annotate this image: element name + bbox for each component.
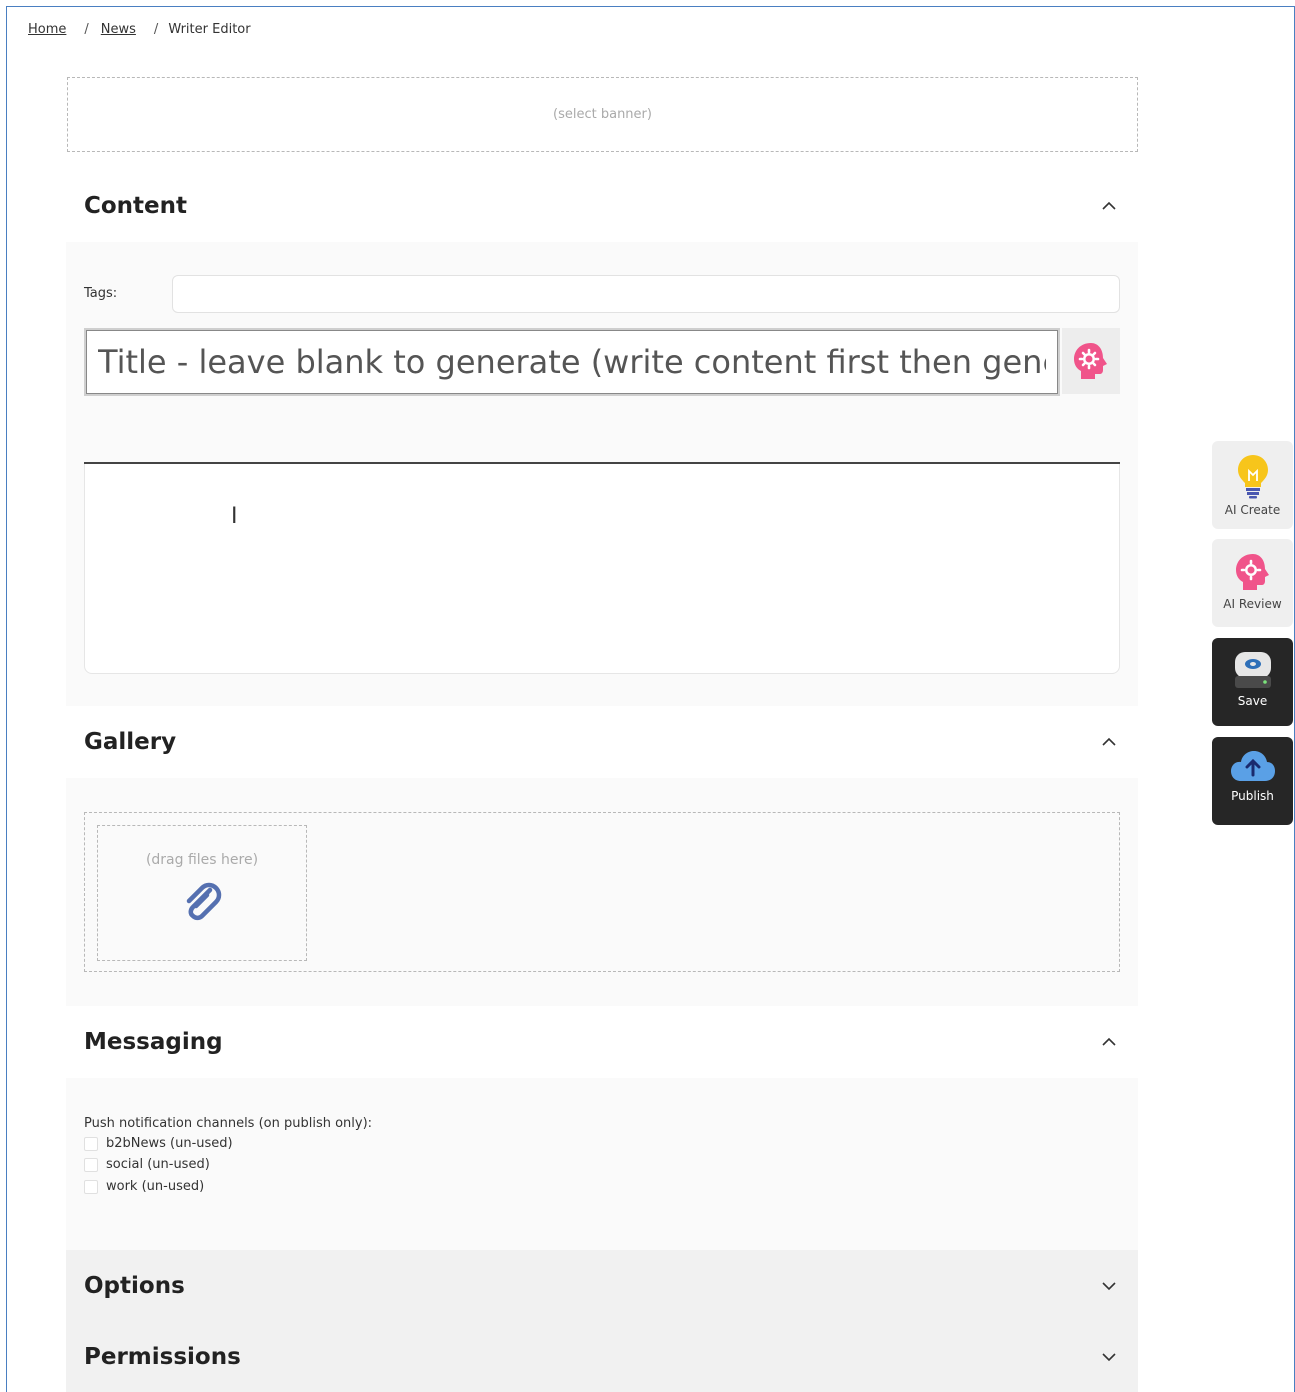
gallery-section-body: (drag files here) xyxy=(66,778,1138,1006)
channel-label: work (un-used) xyxy=(106,1179,205,1194)
chevron-up-icon[interactable] xyxy=(1100,197,1118,215)
banner-selector[interactable]: (select banner) xyxy=(67,77,1138,152)
tags-input[interactable] xyxy=(172,275,1120,313)
channel-label: b2bNews (un-used) xyxy=(106,1136,233,1151)
title-ai-generate-button[interactable] xyxy=(1062,328,1120,394)
ai-create-button[interactable]: AI Create xyxy=(1212,441,1293,529)
section-title: Permissions xyxy=(84,1344,241,1370)
section-title: Options xyxy=(84,1273,185,1299)
breadcrumb-separator: / xyxy=(153,22,159,37)
drop-hint: (drag files here) xyxy=(145,852,259,868)
chevron-up-icon[interactable] xyxy=(1100,733,1118,751)
gallery-section-header[interactable]: Gallery xyxy=(66,706,1138,778)
breadcrumb-home-link[interactable]: Home xyxy=(28,22,66,37)
section-title: Content xyxy=(84,193,188,219)
channel-checkbox-social[interactable]: social (un-used) xyxy=(84,1157,210,1172)
ai-create-label: AI Create xyxy=(1224,503,1281,517)
section-title: Gallery xyxy=(84,729,177,755)
file-drop-tile[interactable]: (drag files here) xyxy=(97,825,307,961)
breadcrumb-current: Writer Editor xyxy=(168,22,251,37)
chevron-down-icon[interactable] xyxy=(1100,1348,1118,1366)
ai-review-button[interactable]: AI Review xyxy=(1212,539,1293,627)
disk-drive-icon xyxy=(1234,652,1271,688)
ai-head-gear-icon xyxy=(1235,554,1269,590)
permissions-section-header[interactable]: Permissions xyxy=(66,1322,1138,1392)
gallery-dropzone[interactable]: (drag files here) xyxy=(84,812,1120,972)
channel-checkbox-work[interactable]: work (un-used) xyxy=(84,1179,204,1194)
push-channels-label: Push notification channels (on publish o… xyxy=(84,1116,373,1131)
section-title: Messaging xyxy=(84,1029,223,1055)
ai-head-gear-icon xyxy=(1074,343,1107,379)
save-label: Save xyxy=(1237,694,1268,708)
messaging-section-body: Push notification channels (on publish o… xyxy=(66,1078,1138,1250)
breadcrumb-separator: / xyxy=(84,22,89,37)
lightbulb-icon xyxy=(1237,455,1268,499)
publish-button[interactable]: Publish xyxy=(1212,737,1293,825)
banner-placeholder: (select banner) xyxy=(553,107,652,122)
tags-label: Tags: xyxy=(84,286,118,301)
text-cursor-icon: I xyxy=(231,504,238,529)
checkbox[interactable] xyxy=(84,1157,98,1172)
title-input[interactable] xyxy=(84,328,1060,396)
options-section-header[interactable]: Options xyxy=(66,1250,1138,1322)
chevron-up-icon[interactable] xyxy=(1100,1033,1118,1051)
cloud-upload-icon xyxy=(1230,751,1275,781)
messaging-section-header[interactable]: Messaging xyxy=(66,1006,1138,1078)
paperclip-icon xyxy=(186,882,222,921)
channel-checkbox-b2bnews[interactable]: b2bNews (un-used) xyxy=(84,1136,233,1151)
channel-label: social (un-used) xyxy=(106,1157,210,1172)
chevron-down-icon[interactable] xyxy=(1100,1277,1118,1295)
content-section-header[interactable]: Content xyxy=(66,170,1138,242)
checkbox[interactable] xyxy=(84,1136,98,1151)
breadcrumb-news-link[interactable]: News xyxy=(101,22,136,37)
publish-label: Publish xyxy=(1231,789,1274,803)
content-editor[interactable]: I xyxy=(84,464,1120,674)
save-button[interactable]: Save xyxy=(1212,638,1293,726)
ai-review-label: AI Review xyxy=(1223,597,1282,611)
breadcrumb: Home / News / Writer Editor xyxy=(28,22,251,37)
content-section-body: Tags: I xyxy=(66,242,1138,706)
checkbox[interactable] xyxy=(84,1179,98,1194)
